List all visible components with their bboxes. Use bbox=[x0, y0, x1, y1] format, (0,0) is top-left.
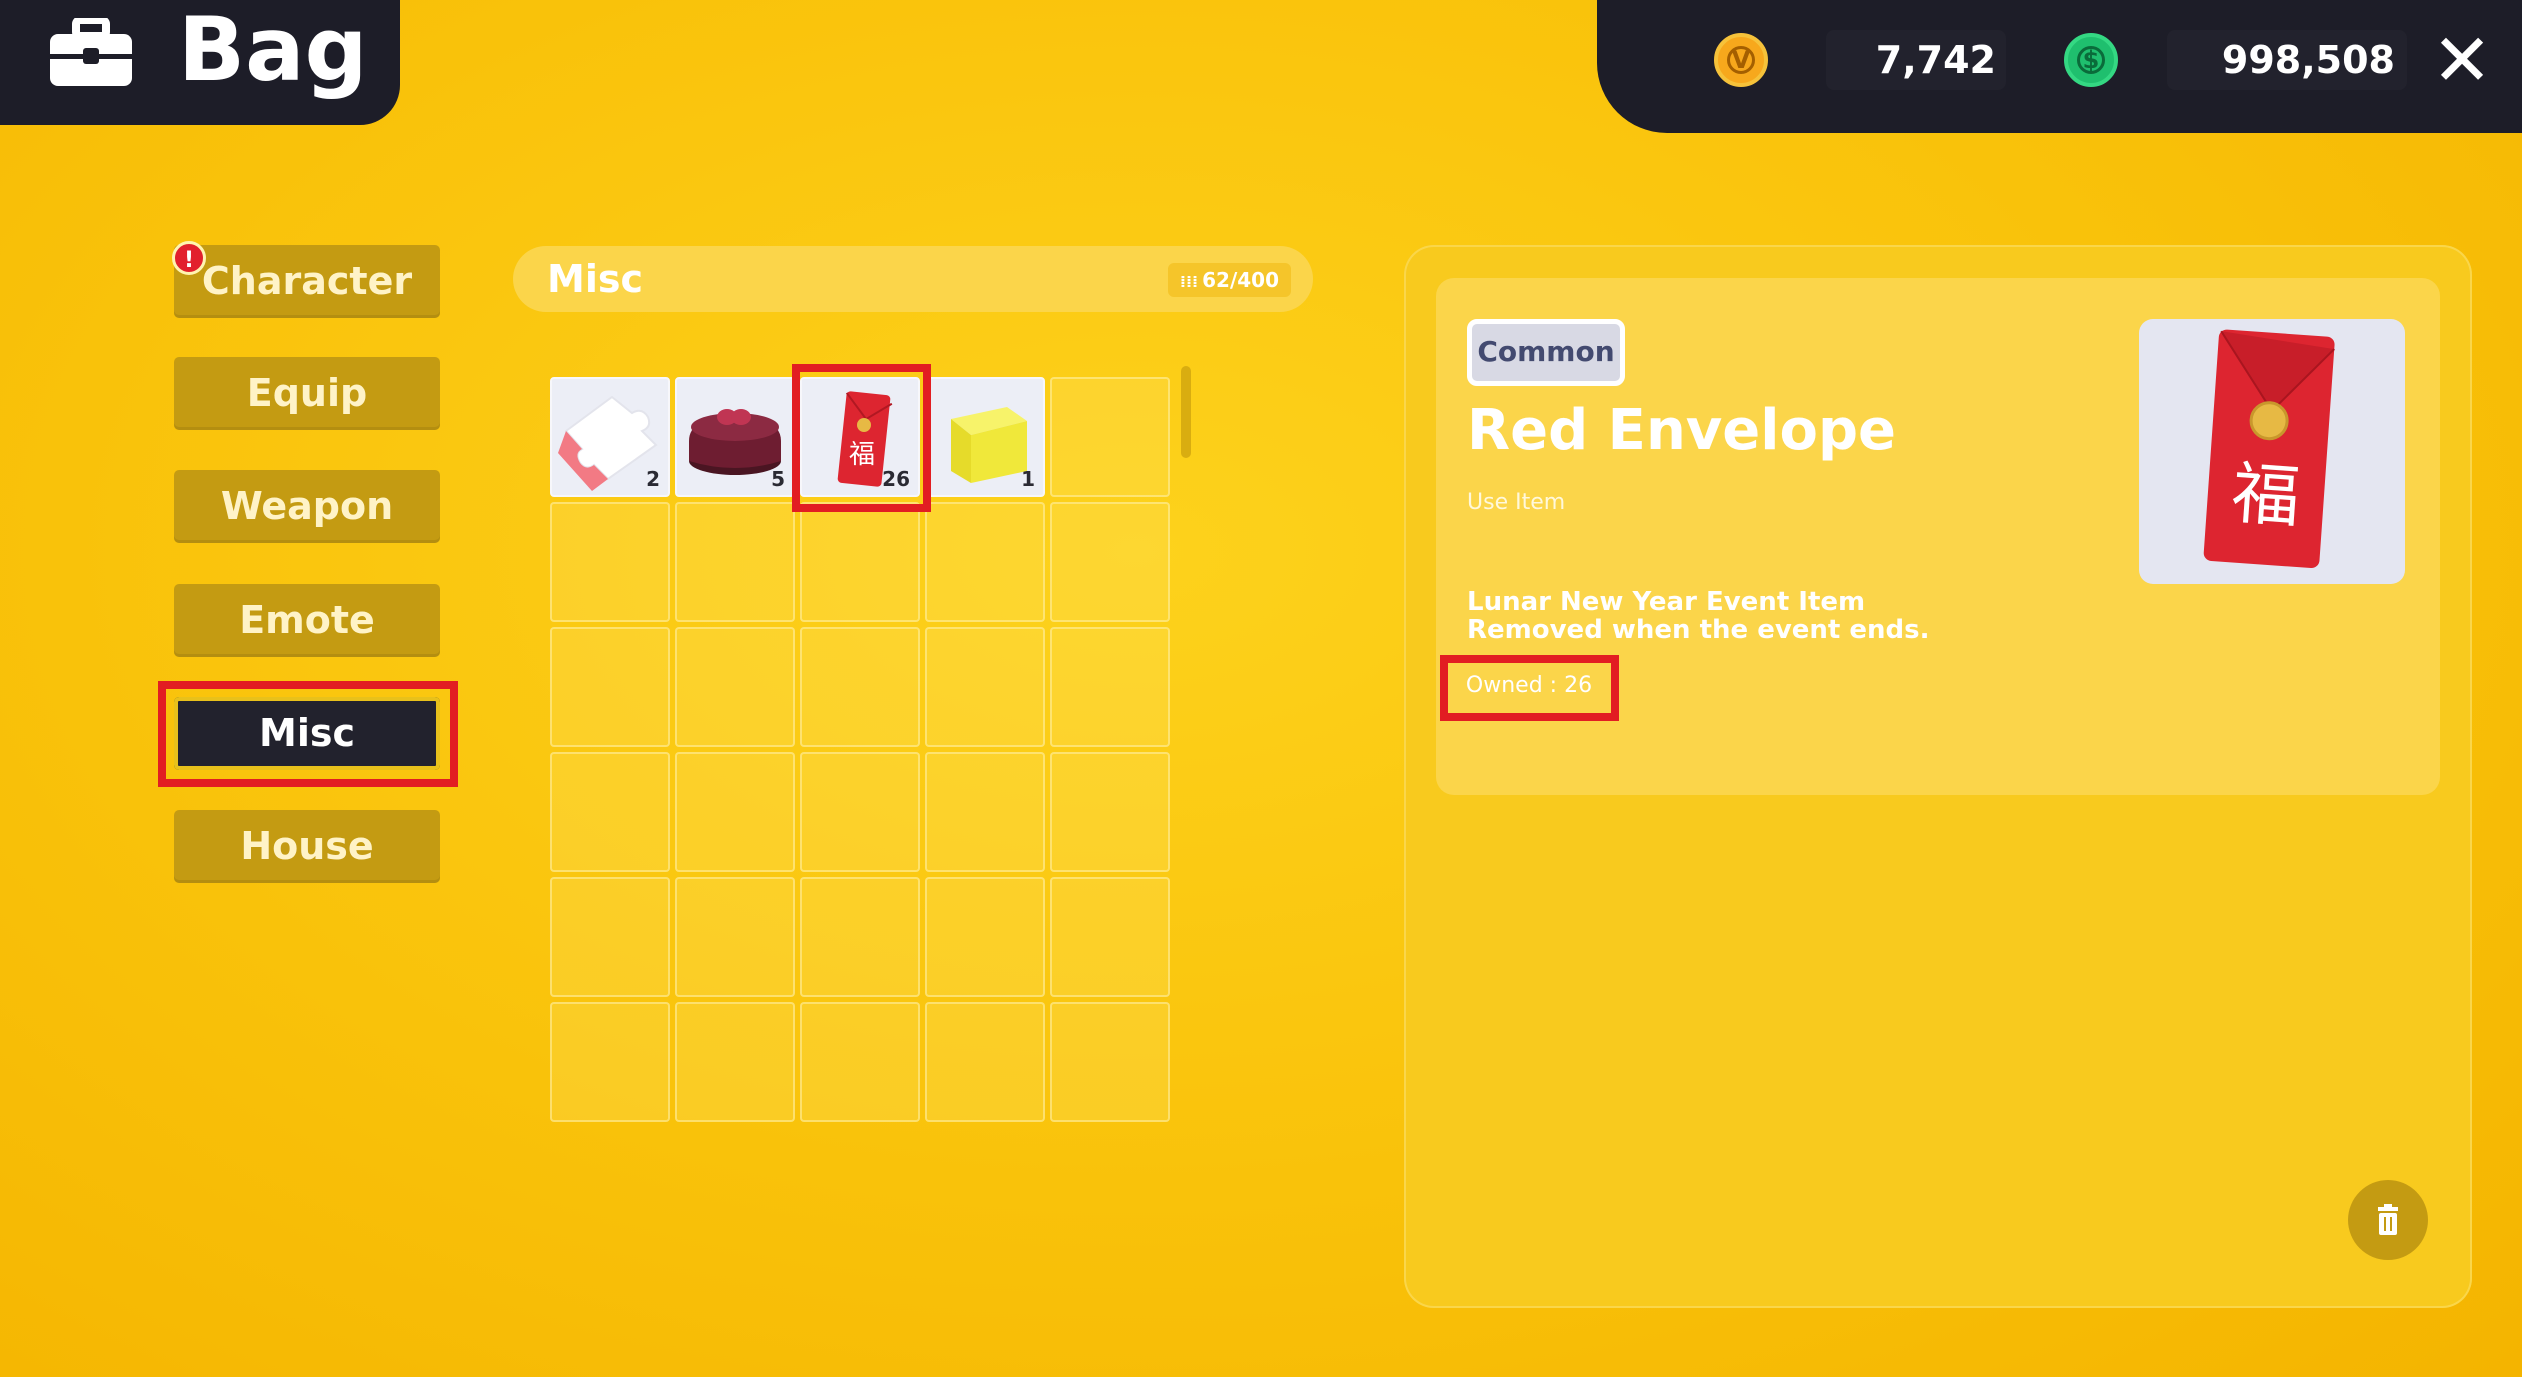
inventory-slot-yellow-cube[interactable]: 1 bbox=[925, 377, 1045, 497]
inventory-slot-empty[interactable] bbox=[550, 502, 670, 622]
inventory-slot-empty[interactable] bbox=[1050, 377, 1170, 497]
inventory-slot-empty[interactable] bbox=[800, 1002, 920, 1122]
inventory-slot-empty[interactable] bbox=[925, 752, 1045, 872]
bag-icon bbox=[50, 18, 132, 86]
category-house-button[interactable]: House bbox=[174, 810, 440, 883]
inventory-slot-cake[interactable]: 5 bbox=[675, 377, 795, 497]
gold-coin-icon: V bbox=[1714, 33, 1768, 87]
trash-icon bbox=[2378, 1204, 2398, 1235]
inventory-slot-empty[interactable] bbox=[550, 752, 670, 872]
section-header: Misc ⁞⁞⁞ 62/400 bbox=[513, 246, 1313, 312]
inventory-slot-empty[interactable] bbox=[675, 877, 795, 997]
inventory-slot-empty[interactable] bbox=[550, 877, 670, 997]
gold-currency-value: 7,742 bbox=[1826, 30, 2006, 90]
category-label: Character bbox=[201, 259, 413, 303]
close-button[interactable]: ✕ bbox=[2417, 20, 2507, 100]
item-quantity: 2 bbox=[646, 467, 660, 491]
inventory-slot-empty[interactable] bbox=[800, 877, 920, 997]
inventory-slot-empty[interactable] bbox=[550, 1002, 670, 1122]
category-weapon-button[interactable]: Weapon bbox=[174, 470, 440, 543]
inventory-slot-empty[interactable] bbox=[1050, 627, 1170, 747]
item-description: Lunar New Year Event Item Removed when t… bbox=[1467, 588, 1930, 644]
inventory-slot-empty[interactable] bbox=[675, 752, 795, 872]
alert-badge: ! bbox=[172, 241, 206, 275]
green-coin-icon: $ bbox=[2064, 33, 2118, 87]
bag-header: Bag bbox=[0, 0, 400, 125]
delete-button[interactable] bbox=[2348, 1180, 2428, 1260]
inventory-slot-empty[interactable] bbox=[925, 1002, 1045, 1122]
red-envelope-icon: 福 bbox=[2203, 329, 2335, 569]
inventory-slot-empty[interactable] bbox=[800, 627, 920, 747]
inventory-slot-puzzle[interactable]: 2 bbox=[550, 377, 670, 497]
category-equip-button[interactable]: Equip bbox=[174, 357, 440, 430]
inventory-slot-empty[interactable] bbox=[1050, 1002, 1170, 1122]
item-quantity: 1 bbox=[1021, 467, 1035, 491]
inventory-slot-empty[interactable] bbox=[1050, 877, 1170, 997]
inventory-slot-empty[interactable] bbox=[800, 502, 920, 622]
inventory-slot-empty[interactable] bbox=[550, 627, 670, 747]
highlight-misc-tab bbox=[158, 681, 458, 787]
inventory-slot-empty[interactable] bbox=[675, 627, 795, 747]
capacity-value: 62/400 bbox=[1202, 268, 1279, 292]
inventory-slot-empty[interactable] bbox=[1050, 752, 1170, 872]
inventory-scrollbar[interactable] bbox=[1181, 366, 1191, 458]
item-description-line: Lunar New Year Event Item bbox=[1467, 587, 1866, 617]
category-emote-button[interactable]: Emote bbox=[174, 584, 440, 657]
inventory-slot-empty[interactable] bbox=[800, 752, 920, 872]
highlight-owned-count bbox=[1440, 655, 1619, 721]
green-currency-value: 998,508 bbox=[2167, 30, 2407, 90]
currency-bar: V 7,742 $ 998,508 ✕ bbox=[1597, 0, 2522, 133]
category-character-button[interactable]: Character ! bbox=[172, 241, 440, 318]
item-name: Red Envelope bbox=[1467, 398, 1897, 463]
inventory-slot-empty[interactable] bbox=[925, 502, 1045, 622]
rarity-badge: Common bbox=[1467, 319, 1625, 386]
inventory-slot-empty[interactable] bbox=[925, 877, 1045, 997]
highlight-selected-item bbox=[792, 364, 931, 512]
grid-icon: ⁞⁞⁞ bbox=[1179, 272, 1199, 291]
inventory-slot-empty[interactable] bbox=[675, 1002, 795, 1122]
item-description-line: Removed when the event ends. bbox=[1467, 615, 1930, 645]
svg-text:福: 福 bbox=[2229, 454, 2302, 538]
capacity-indicator: ⁞⁞⁞ 62/400 bbox=[1167, 263, 1291, 297]
item-type: Use Item bbox=[1467, 490, 1566, 515]
inventory-slot-empty[interactable] bbox=[1050, 502, 1170, 622]
item-quantity: 5 bbox=[771, 467, 785, 491]
item-preview: 福 bbox=[2139, 319, 2405, 584]
page-title: Bag bbox=[178, 0, 368, 101]
inventory-slot-empty[interactable] bbox=[675, 502, 795, 622]
inventory-slot-empty[interactable] bbox=[925, 627, 1045, 747]
section-title: Misc bbox=[547, 257, 643, 301]
